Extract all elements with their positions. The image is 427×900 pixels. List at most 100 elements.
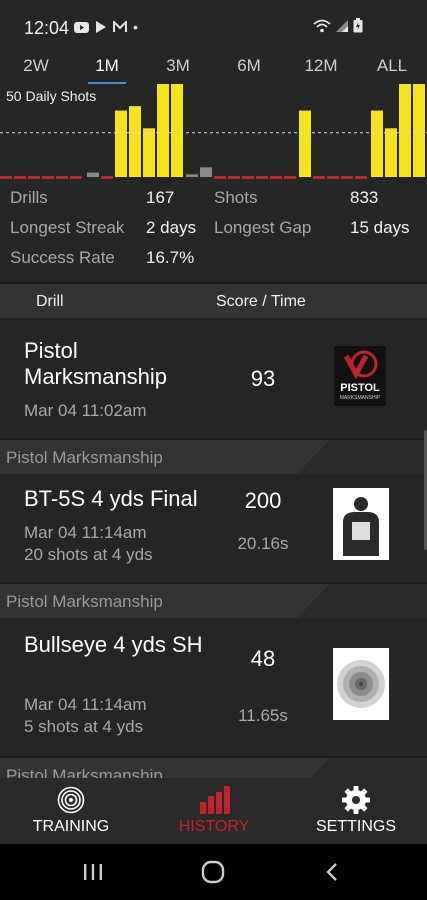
signal-icon [336, 19, 348, 32]
daily-shots-bar [371, 110, 383, 177]
drill-score: 200 [244, 488, 282, 513]
back-icon[interactable] [325, 862, 339, 882]
wifi-icon [313, 19, 331, 32]
drill-score: 93 [250, 366, 276, 391]
range-tabs: 2W 1M 3M 6M 12M ALL [0, 52, 427, 84]
history-entry-drill[interactable]: BT-5S 4 yds Final Mar 04 11:14am 20 shot… [0, 474, 427, 582]
drills-value: 167 [146, 188, 175, 207]
nav-settings-label: SETTINGS [315, 818, 396, 835]
zero-day-marker [14, 176, 26, 179]
session-group-header: Pistol Marksmanship [0, 584, 427, 618]
daily-shots-bar [129, 106, 141, 177]
silhouette-target-thumb [333, 488, 389, 560]
drills-label: Drills [10, 188, 48, 207]
zero-day-marker [313, 176, 325, 179]
drill-name: Bullseye 4 yds SH [24, 632, 203, 657]
tab-6m[interactable]: 6M [229, 56, 269, 76]
daily-shots-bar [299, 110, 311, 177]
bullseye-target-thumb [333, 648, 389, 720]
drill-shots-detail: 20 shots at 4 yds [24, 545, 153, 564]
zero-day-marker [70, 176, 82, 179]
target-icon [57, 786, 85, 814]
drill-score: 48 [250, 646, 276, 671]
tab-12m[interactable]: 12M [299, 56, 343, 76]
daily-shots-bar [385, 128, 397, 177]
daily-shots-bar [413, 84, 425, 177]
battery-icon [353, 18, 363, 33]
daily-shots-bar [87, 172, 99, 177]
drill-time: 20.16s [237, 534, 289, 553]
nav-settings[interactable]: SETTINGS [296, 778, 416, 844]
daily-shots-bar [200, 167, 212, 177]
bottom-navigation: TRAINING HISTORY SETTINGS [0, 778, 427, 844]
history-entry-session[interactable]: Pistol Marksmanship Mar 04 11:02am 93 PI… [0, 318, 427, 438]
reference-line-label: 50 Daily Shots [6, 88, 100, 104]
drill-date: Mar 04 11:14am [24, 523, 147, 542]
longest-gap-value: 15 days [350, 218, 410, 237]
drill-date: Mar 04 11:02am [24, 401, 147, 420]
zero-day-marker [355, 176, 367, 179]
shots-label: Shots [214, 188, 258, 207]
tab-all[interactable]: ALL [370, 56, 414, 76]
daily-shots-bar [143, 128, 155, 177]
daily-shots-bar [399, 84, 411, 177]
nav-history[interactable]: HISTORY [154, 778, 274, 844]
home-icon[interactable] [201, 860, 225, 884]
daily-shots-bar [186, 174, 198, 177]
daily-shots-bar [171, 84, 183, 177]
zero-day-marker [270, 176, 282, 179]
zero-day-marker [284, 176, 296, 179]
success-rate-value: 16.7% [146, 248, 195, 267]
nav-training[interactable]: TRAINING [11, 778, 131, 844]
daily-shots-bar [157, 84, 169, 177]
status-dot: • [133, 19, 138, 35]
zero-day-marker [0, 176, 12, 179]
mail-icon [113, 21, 127, 32]
logo-subtext: MARKSMANSHIP [339, 395, 381, 401]
score-time-column-header: Score / Time [216, 293, 306, 310]
zero-day-marker [28, 176, 40, 179]
gear-icon [342, 786, 370, 814]
logo-text: PISTOL [340, 382, 380, 394]
status-time: 12:04 [24, 18, 70, 38]
success-rate-label: Success Rate [10, 248, 115, 267]
drill-shots-detail: 5 shots at 4 yds [24, 717, 144, 736]
notification-icons: • [74, 19, 138, 35]
zero-day-marker [327, 176, 339, 179]
status-bar: 12:04 • [0, 0, 427, 52]
system-icons [313, 18, 363, 33]
shots-value: 833 [350, 188, 379, 207]
zero-day-marker [256, 176, 268, 179]
zero-day-marker [341, 176, 353, 179]
nav-history-label: HISTORY [178, 818, 250, 835]
zero-day-marker [56, 176, 68, 179]
pistol-marksmanship-logo: PISTOL MARKSMANSHIP [334, 346, 386, 406]
history-table-header: Drill Score / Time [0, 284, 427, 318]
system-navigation-bar [0, 844, 427, 900]
zero-day-marker [42, 176, 54, 179]
tab-3m[interactable]: 3M [158, 56, 198, 76]
zero-day-marker [242, 176, 254, 179]
drill-name: BT-5S 4 yds Final [24, 486, 198, 511]
stats-panel: Drills 167 Shots 833 Longest Streak 2 da… [0, 180, 427, 282]
longest-streak-value: 2 days [146, 218, 197, 237]
session-group-header: Pistol Marksmanship [0, 758, 427, 778]
group-title: Pistol Marksmanship [6, 766, 163, 778]
bullseye-target-icon [337, 660, 385, 708]
zero-day-marker [214, 176, 226, 179]
tab-2w[interactable]: 2W [16, 56, 56, 76]
history-entry-drill[interactable]: Bullseye 4 yds SH Mar 04 11:14am 5 shots… [0, 618, 427, 756]
longest-streak-label: Longest Streak [10, 218, 125, 237]
drill-time: 11.65s [238, 706, 288, 725]
session-group-header: Pistol Marksmanship [0, 440, 427, 474]
zero-day-marker [101, 176, 113, 179]
drill-date: Mar 04 11:14am [24, 695, 147, 714]
drill-name: Pistol Marksmanship [24, 338, 168, 389]
group-title: Pistol Marksmanship [6, 592, 163, 611]
zero-day-marker [228, 176, 240, 179]
history-list[interactable]: Pistol Marksmanship Mar 04 11:02am 93 PI… [0, 318, 427, 778]
tab-1m[interactable]: 1M [87, 56, 127, 76]
daily-shots-bar [115, 110, 127, 177]
group-title: Pistol Marksmanship [6, 448, 163, 467]
recents-icon[interactable] [82, 863, 104, 881]
